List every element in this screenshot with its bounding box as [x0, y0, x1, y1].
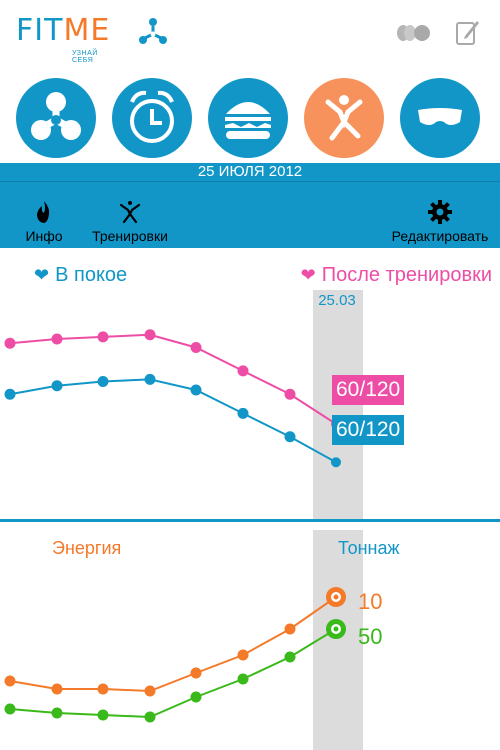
energy-label: Энергия	[52, 538, 122, 558]
data-point	[190, 384, 202, 396]
marker-dot	[333, 594, 339, 600]
series-line	[9, 333, 337, 425]
tonnage-label: Тоннаж	[338, 538, 400, 558]
data-point	[284, 651, 296, 663]
data-point	[97, 709, 109, 721]
data-point	[284, 388, 296, 400]
data-point	[51, 683, 63, 695]
series-line	[9, 596, 337, 693]
data-point	[190, 691, 202, 703]
after-value-badge: 60/120	[332, 375, 405, 405]
series-line	[9, 628, 337, 719]
data-point	[144, 685, 156, 697]
energy-value: 10	[358, 589, 383, 614]
marker-dot	[333, 626, 339, 632]
data-point	[331, 457, 341, 468]
data-point	[144, 711, 156, 723]
data-point	[97, 376, 109, 387]
data-point	[51, 333, 63, 345]
legend-rest-label: В покое	[55, 264, 128, 286]
selected-column-highlight	[313, 290, 363, 520]
data-point	[190, 342, 202, 353]
data-point	[144, 329, 156, 341]
data-point	[144, 373, 156, 385]
charts-canvas[interactable]	[0, 0, 500, 750]
data-point	[51, 707, 63, 719]
legend-rest: ❤ В покое	[34, 264, 127, 287]
data-point	[4, 675, 16, 687]
legend-after-label: После тренировки	[321, 264, 492, 286]
data-point	[237, 649, 249, 661]
data-point	[190, 667, 202, 679]
tonnage-value: 50	[358, 624, 383, 649]
data-point	[4, 703, 16, 715]
legend-after: ❤ После тренировки	[301, 264, 492, 287]
data-point	[97, 683, 109, 695]
data-point	[284, 431, 296, 443]
data-point	[51, 380, 63, 392]
data-point	[4, 388, 16, 400]
chart-divider	[0, 519, 500, 522]
data-point	[284, 623, 296, 635]
selected-date-label: 25.03	[318, 292, 356, 309]
data-point	[237, 365, 249, 377]
data-point	[4, 337, 16, 349]
data-point	[237, 407, 249, 419]
heart-icon: ❤	[300, 265, 316, 285]
data-point	[237, 673, 249, 685]
rest-value-badge: 60/120	[332, 415, 405, 445]
heart-icon: ❤	[34, 265, 50, 285]
data-point	[97, 331, 109, 343]
selected-column-highlight	[313, 530, 363, 750]
